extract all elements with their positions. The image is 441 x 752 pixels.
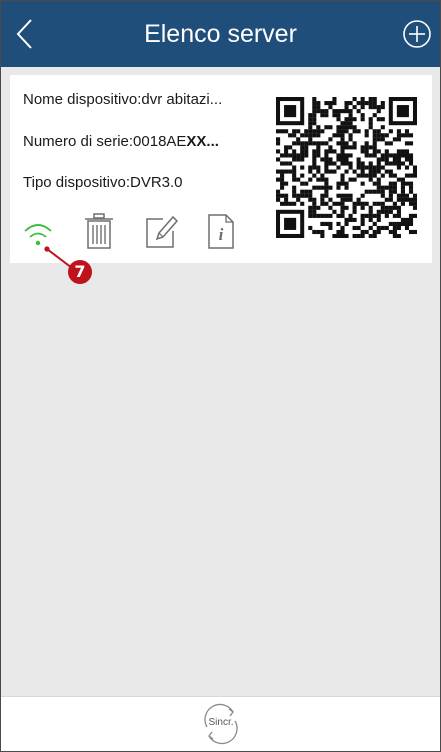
wifi-icon [24,224,52,246]
device-type: Tipo dispositivo:DVR3.0 [23,174,183,191]
bottom-bar: Sincr. [1,696,440,751]
trash-icon [85,213,113,249]
chevron-left-icon [16,19,32,49]
sync-button[interactable]: Sincr. [199,703,243,745]
add-server-button[interactable] [402,19,432,49]
back-button[interactable] [11,17,41,51]
edit-icon [146,215,179,248]
info-button[interactable]: i [203,211,239,251]
page-title: Elenco server [144,20,297,48]
sync-label: Sincr. [208,717,234,728]
serial-prefix: Numero di serie:0018AE [23,133,187,150]
qr-code [276,97,417,238]
delete-button[interactable] [81,211,117,251]
svg-text:i: i [219,225,224,244]
annotation-badge: 7 [68,260,92,284]
plus-circle-icon [403,20,431,48]
device-name: Nome dispositivo:dvr abitazi... [23,91,223,108]
app-screen: Elenco server Nome dispositivo:dvr abita… [0,0,441,752]
top-bar: Elenco server [1,1,440,67]
edit-button[interactable] [143,211,179,251]
wifi-button[interactable] [20,211,56,251]
serial-number: Numero di serie:0018AEXX... [23,133,219,150]
serial-masked: XX... [186,133,219,150]
info-icon: i [208,214,234,249]
server-card[interactable]: Nome dispositivo:dvr abitazi... Numero d… [10,75,432,263]
